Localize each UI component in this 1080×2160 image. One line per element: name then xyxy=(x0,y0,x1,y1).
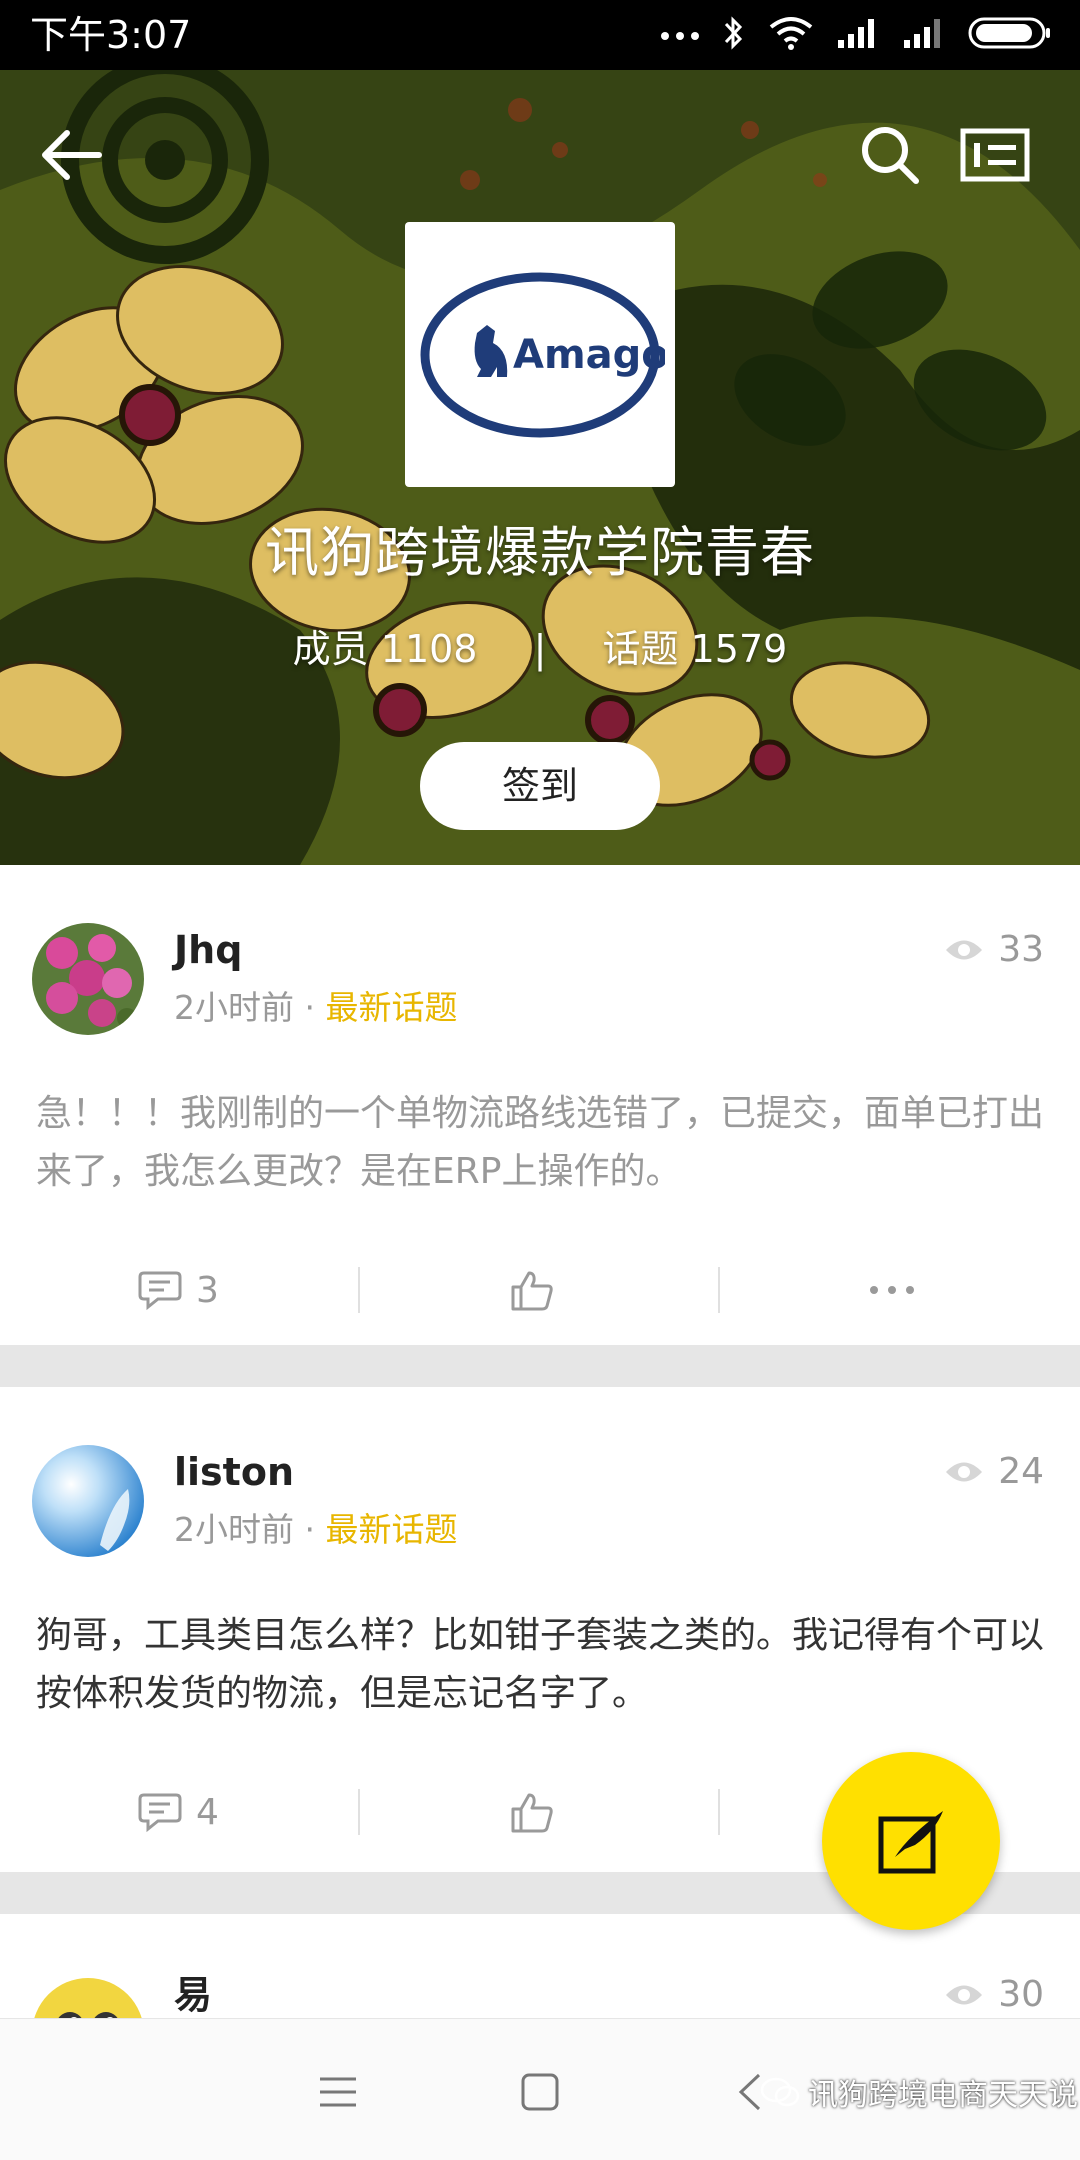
post-views: 30 xyxy=(944,1972,1044,2018)
more-button[interactable] xyxy=(868,1255,916,1325)
thumbs-up-icon xyxy=(511,1793,553,1833)
comment-button[interactable]: 3 xyxy=(138,1255,219,1325)
watermark: 讯狗跨境电商天天说 xyxy=(760,2070,1078,2114)
post-content[interactable]: 狗哥，工具类目怎么样？比如钳子套装之类的。我记得有个可以按体积发货的物流，但是忘… xyxy=(36,1607,1046,1723)
post-time: 2小时前 xyxy=(174,988,294,1027)
menu-icon xyxy=(320,2077,356,2107)
topics-label: 话题 xyxy=(602,627,679,671)
post-views: 24 xyxy=(944,1449,1044,1495)
post-author[interactable]: 易 xyxy=(174,1972,212,2018)
members-count: 1108 xyxy=(380,627,478,671)
group-logo: Amago xyxy=(405,222,675,487)
post-topic-tag[interactable]: 最新话题 xyxy=(326,1510,458,1549)
action-divider xyxy=(718,1267,720,1313)
back-button[interactable] xyxy=(25,110,115,200)
post-topic-tag[interactable]: 最新话题 xyxy=(326,988,458,1027)
arrow-left-icon xyxy=(42,130,102,180)
search-icon xyxy=(862,127,919,184)
meta-dot: · xyxy=(304,988,316,1027)
eye-icon xyxy=(946,1985,983,2005)
topics-count: 1579 xyxy=(690,627,788,671)
bluetooth-icon xyxy=(722,15,746,55)
wechat-icon xyxy=(760,2077,800,2107)
post-card[interactable]: Jhq 2小时前 · 最新话题 33 急！！！我刚制的一个单物流路线选错了，已提… xyxy=(0,865,1080,1345)
post-time: 2小时前 xyxy=(174,1510,294,1549)
amago-logo: Amago xyxy=(420,272,665,437)
battery-icon xyxy=(968,16,1052,54)
meta-dot: · xyxy=(304,1510,316,1549)
post-author[interactable]: liston xyxy=(174,1449,294,1495)
like-button[interactable] xyxy=(510,1255,554,1325)
avatar[interactable] xyxy=(32,1445,144,1557)
comment-count: 3 xyxy=(196,1269,219,1311)
compose-icon xyxy=(878,1811,943,1874)
signal-icon-1 xyxy=(836,16,880,54)
comment-count: 4 xyxy=(196,1791,219,1833)
svg-text:Amago: Amago xyxy=(513,332,665,378)
menu-nav-button[interactable] xyxy=(303,2057,373,2127)
post-separator xyxy=(0,1345,1080,1387)
group-header: Amago 讯狗跨境爆款学院青春 成员 1108 | 话题 1579 签到 xyxy=(0,70,1080,865)
thumbs-up-icon xyxy=(511,1271,553,1311)
post-meta: 2小时前 · 最新话题 xyxy=(174,987,458,1029)
group-title: 讯狗跨境爆款学院青春 xyxy=(265,521,815,584)
more-icon xyxy=(870,1286,914,1294)
post-meta: 2小时前 · 最新话题 xyxy=(174,1509,458,1551)
post-author[interactable]: Jhq xyxy=(174,927,242,973)
action-divider xyxy=(718,1789,720,1835)
compose-button[interactable] xyxy=(822,1752,1000,1930)
action-divider xyxy=(358,1267,360,1313)
more-dots-icon xyxy=(660,26,700,45)
status-icons xyxy=(660,14,1052,56)
info-card-icon xyxy=(960,128,1030,182)
action-divider xyxy=(358,1789,360,1835)
checkin-button[interactable]: 签到 xyxy=(420,742,660,830)
like-button[interactable] xyxy=(510,1777,554,1847)
avatar[interactable] xyxy=(32,1978,144,2018)
home-square-icon xyxy=(521,2073,559,2111)
group-info-button[interactable] xyxy=(950,110,1040,200)
comment-icon xyxy=(138,1271,182,1311)
views-count: 30 xyxy=(998,1974,1044,2015)
eye-icon xyxy=(946,1462,983,1482)
status-time: 下午3:07 xyxy=(30,13,192,57)
wifi-icon xyxy=(768,15,814,55)
comment-button[interactable]: 4 xyxy=(138,1777,219,1847)
members-label: 成员 xyxy=(292,627,369,671)
post-content[interactable]: 急！！！我刚制的一个单物流路线选错了，已提交，面单已打出来了，我怎么更改？是在E… xyxy=(36,1085,1046,1201)
avatar[interactable] xyxy=(32,923,144,1035)
search-button[interactable] xyxy=(845,110,935,200)
comment-icon xyxy=(138,1793,182,1833)
post-views: 33 xyxy=(944,927,1044,973)
signal-icon-2 xyxy=(902,16,946,54)
watermark-text: 讯狗跨境电商天天说 xyxy=(808,2078,1078,2113)
stats-separator: | xyxy=(533,627,547,671)
views-count: 33 xyxy=(998,929,1044,970)
status-bar: 下午3:07 xyxy=(0,0,1080,70)
eye-icon xyxy=(946,940,983,960)
views-count: 24 xyxy=(998,1451,1044,1492)
group-stats: 成员 1108 | 话题 1579 xyxy=(0,625,1080,673)
home-nav-button[interactable] xyxy=(505,2057,575,2127)
post-actions: 3 xyxy=(0,1255,1080,1325)
